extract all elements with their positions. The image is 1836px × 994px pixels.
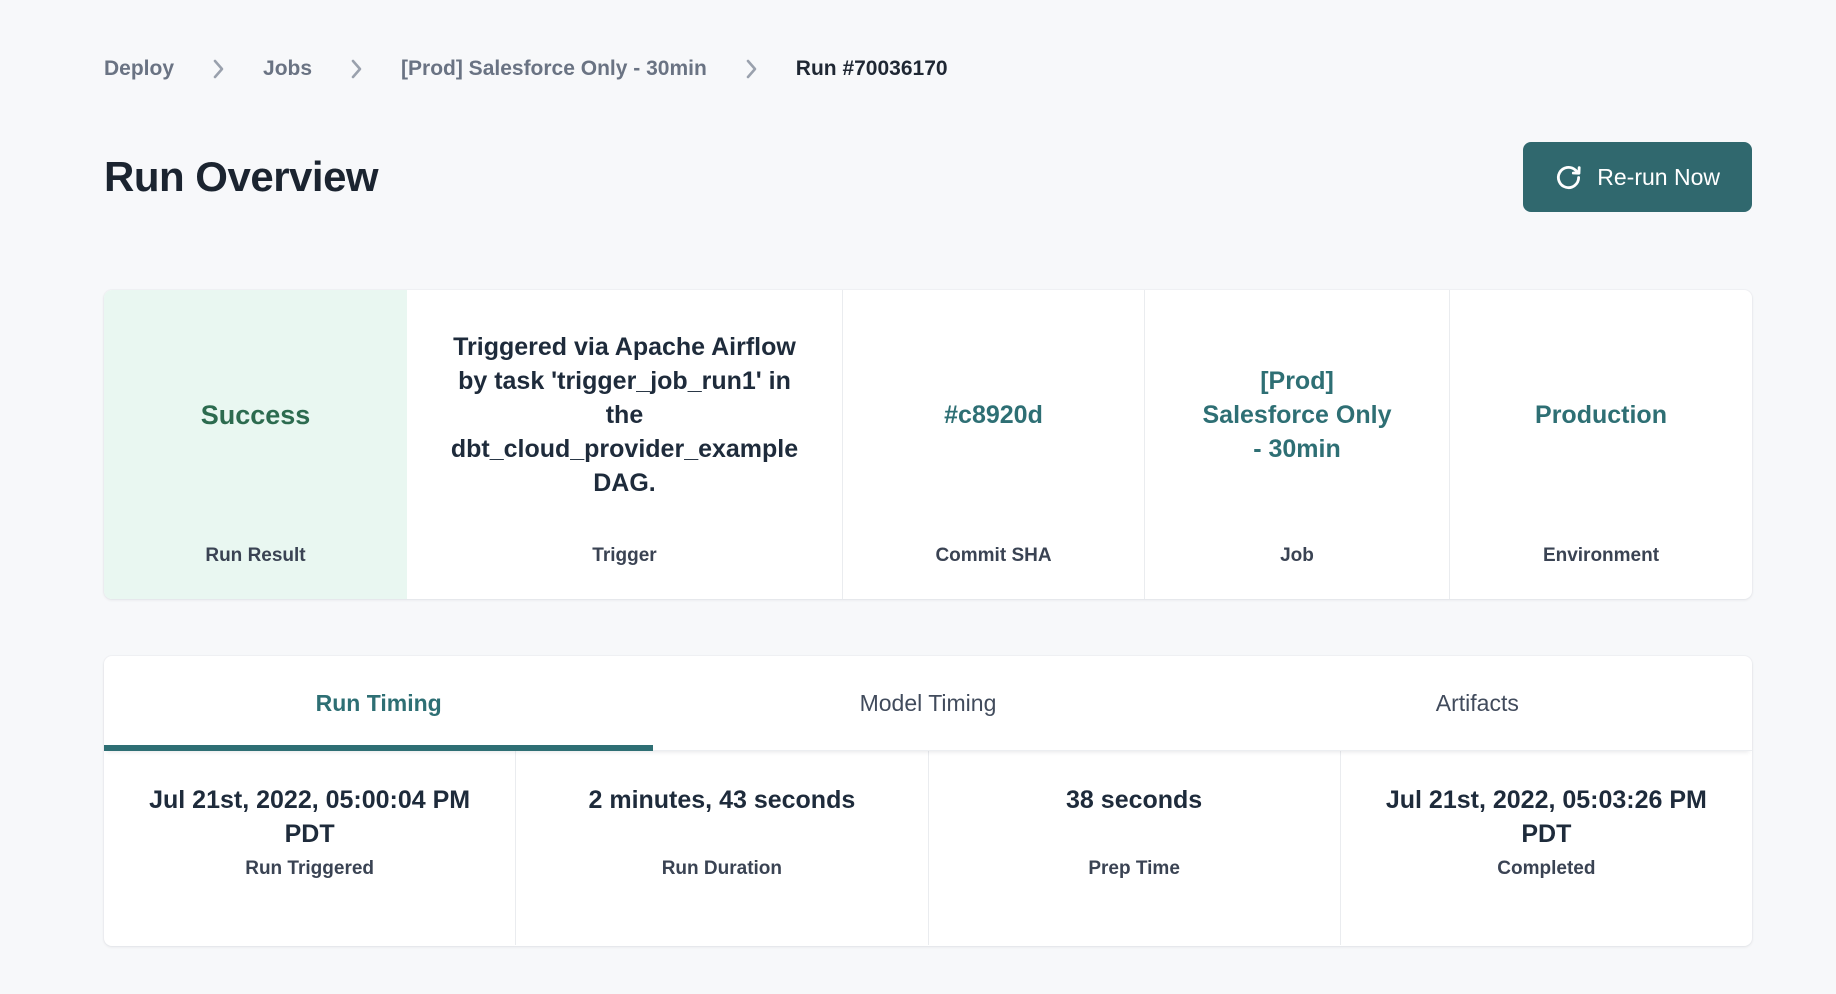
prep-time-value: 38 seconds xyxy=(1066,783,1202,851)
page-header: Run Overview Re-run Now xyxy=(104,142,1752,212)
run-result-label: Run Result xyxy=(104,545,407,567)
run-details-panel: Run Timing Model Timing Artifacts Jul 21… xyxy=(104,656,1752,946)
trigger-card: Triggered via Apache Airflow by task 'tr… xyxy=(407,290,842,599)
refresh-icon xyxy=(1555,164,1582,191)
rerun-now-button[interactable]: Re-run Now xyxy=(1523,142,1752,212)
run-summary-card-row: Success Run Result Triggered via Apache … xyxy=(104,290,1752,599)
run-timing-row: Jul 21st, 2022, 05:00:04 PM PDT Run Trig… xyxy=(104,751,1752,945)
breadcrumb-item-jobs[interactable]: Jobs xyxy=(263,57,312,81)
tab-run-timing-label: Run Timing xyxy=(316,690,442,717)
job-label: Job xyxy=(1145,545,1449,567)
page-title: Run Overview xyxy=(104,153,378,201)
page-content: Deploy Jobs [Prod] Salesforce Only - 30m… xyxy=(0,0,1836,946)
breadcrumb: Deploy Jobs [Prod] Salesforce Only - 30m… xyxy=(104,54,1752,84)
rerun-now-button-label: Re-run Now xyxy=(1597,164,1720,191)
commit-sha-label: Commit SHA xyxy=(843,545,1144,567)
environment-card: Production Environment xyxy=(1449,290,1752,599)
prep-time-card: 38 seconds Prep Time xyxy=(928,751,1340,945)
environment-link[interactable]: Production xyxy=(1535,398,1667,432)
tab-model-timing-label: Model Timing xyxy=(860,690,997,717)
run-duration-value: 2 minutes, 43 seconds xyxy=(588,783,855,851)
run-result-card: Success Run Result xyxy=(104,290,407,599)
breadcrumb-item-deploy[interactable]: Deploy xyxy=(104,57,174,81)
run-triggered-card: Jul 21st, 2022, 05:00:04 PM PDT Run Trig… xyxy=(104,751,515,945)
tabs-header: Run Timing Model Timing Artifacts xyxy=(104,656,1752,751)
commit-sha-card: #c8920d Commit SHA xyxy=(842,290,1144,599)
chevron-right-icon xyxy=(350,58,363,80)
tab-model-timing[interactable]: Model Timing xyxy=(653,656,1202,750)
tab-artifacts[interactable]: Artifacts xyxy=(1203,656,1752,750)
completed-value: Jul 21st, 2022, 05:03:26 PM PDT xyxy=(1386,783,1707,851)
environment-label: Environment xyxy=(1450,545,1752,567)
trigger-value: Triggered via Apache Airflow by task 'tr… xyxy=(451,330,798,500)
chevron-right-icon xyxy=(212,58,225,80)
run-duration-label: Run Duration xyxy=(662,858,782,880)
active-tab-indicator xyxy=(104,745,653,751)
job-card: [Prod] Salesforce Only - 30min Job xyxy=(1144,290,1449,599)
prep-time-label: Prep Time xyxy=(1088,858,1180,880)
trigger-label: Trigger xyxy=(407,545,842,567)
chevron-right-icon xyxy=(745,58,758,80)
run-triggered-label: Run Triggered xyxy=(245,858,374,880)
breadcrumb-item-run-number: Run #70036170 xyxy=(796,57,948,81)
run-duration-card: 2 minutes, 43 seconds Run Duration xyxy=(515,751,927,945)
completed-label: Completed xyxy=(1497,858,1595,880)
commit-sha-link[interactable]: #c8920d xyxy=(944,398,1043,432)
run-result-value: Success xyxy=(201,398,311,432)
completed-card: Jul 21st, 2022, 05:03:26 PM PDT Complete… xyxy=(1340,751,1752,945)
tab-run-timing[interactable]: Run Timing xyxy=(104,656,653,750)
job-link[interactable]: [Prod] Salesforce Only - 30min xyxy=(1203,364,1392,466)
tab-artifacts-label: Artifacts xyxy=(1436,690,1519,717)
breadcrumb-item-job-name[interactable]: [Prod] Salesforce Only - 30min xyxy=(401,57,707,81)
run-triggered-value: Jul 21st, 2022, 05:00:04 PM PDT xyxy=(149,783,470,851)
